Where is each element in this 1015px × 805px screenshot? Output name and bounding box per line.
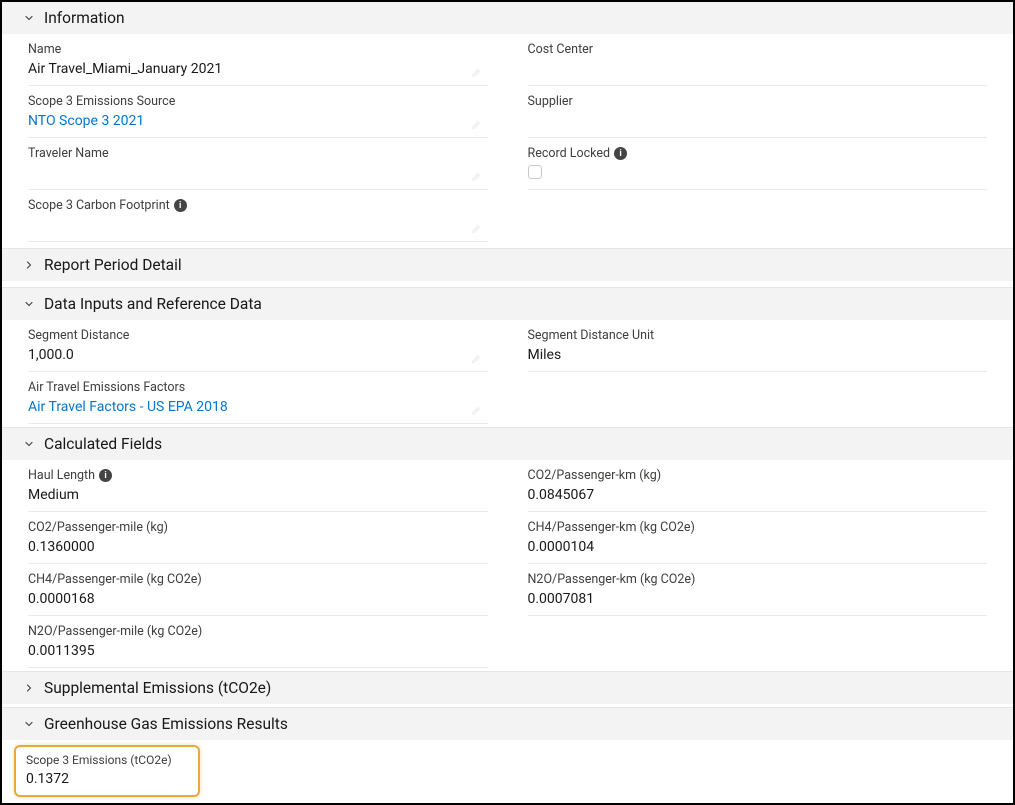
field-label: Traveler Name [28, 146, 488, 161]
field-value: 0.1360000 [28, 539, 488, 557]
label-text: Haul Length [28, 468, 95, 483]
field-record-locked[interactable]: Record Locked i [528, 138, 988, 190]
field-ch4-mile: CH4/Passenger-mile (kg CO2e) 0.0000168 [28, 564, 488, 616]
field-value: Medium [28, 487, 488, 505]
field-label: Scope 3 Emissions (tCO2e) [26, 753, 188, 767]
field-traveler-name[interactable]: Traveler Name [28, 138, 488, 190]
field-label: Supplier [528, 94, 988, 109]
chevron-down-icon [22, 297, 36, 311]
edit-icon[interactable] [470, 351, 484, 365]
edit-icon[interactable] [470, 221, 484, 235]
chevron-down-icon [22, 437, 36, 451]
section-title: Report Period Detail [44, 256, 182, 274]
field-value-link[interactable]: Air Travel Factors - US EPA 2018 [28, 399, 488, 417]
field-label: CO2/Passenger-mile (kg) [28, 520, 488, 535]
field-label: N2O/Passenger-mile (kg CO2e) [28, 624, 488, 639]
field-label: CH4/Passenger-km (kg CO2e) [528, 520, 988, 535]
field-supplier[interactable]: Supplier [528, 86, 988, 138]
info-icon[interactable]: i [174, 199, 187, 212]
section-header-information[interactable]: Information [2, 2, 1013, 34]
edit-icon[interactable] [470, 169, 484, 183]
field-value: 0.0845067 [528, 487, 988, 505]
field-segment-distance[interactable]: Segment Distance 1,000.0 [28, 320, 488, 372]
edit-icon[interactable] [470, 65, 484, 79]
field-scope3-source[interactable]: Scope 3 Emissions Source NTO Scope 3 202… [28, 86, 488, 138]
section-header-calculated[interactable]: Calculated Fields [2, 427, 1013, 460]
field-label: Segment Distance [28, 328, 488, 343]
field-carbon-footprint[interactable]: Scope 3 Carbon Footprint i [28, 190, 488, 242]
field-label: N2O/Passenger-km (kg CO2e) [528, 572, 988, 587]
label-text: Record Locked [528, 146, 611, 161]
field-value: Air Travel_Miami_January 2021 [28, 61, 488, 79]
edit-icon[interactable] [470, 117, 484, 131]
field-label: Scope 3 Emissions Source [28, 94, 488, 109]
edit-icon[interactable] [470, 403, 484, 417]
label-text: Scope 3 Carbon Footprint [28, 198, 170, 213]
section-title: Supplemental Emissions (tCO2e) [44, 679, 271, 697]
section-header-data-inputs[interactable]: Data Inputs and Reference Data [2, 287, 1013, 320]
field-value: 0.0000104 [528, 539, 988, 557]
field-co2-mile: CO2/Passenger-mile (kg) 0.1360000 [28, 512, 488, 564]
field-value-link[interactable]: NTO Scope 3 2021 [28, 113, 488, 131]
ghg-results-body: Scope 3 Emissions (tCO2e) 0.1372 [2, 745, 1013, 797]
field-value: 0.0011395 [28, 643, 488, 661]
highlighted-scope3-emissions: Scope 3 Emissions (tCO2e) 0.1372 [14, 745, 200, 797]
calculated-body: Haul Length i Medium CO2/Passenger-mile … [2, 460, 1013, 668]
field-cost-center[interactable]: Cost Center [528, 34, 988, 86]
field-co2-km: CO2/Passenger-km (kg) 0.0845067 [528, 460, 988, 512]
section-title: Greenhouse Gas Emissions Results [44, 715, 288, 733]
field-label: Segment Distance Unit [528, 328, 988, 343]
chevron-right-icon [22, 681, 36, 695]
field-label: Scope 3 Carbon Footprint i [28, 198, 488, 213]
field-label: CO2/Passenger-km (kg) [528, 468, 988, 483]
field-label: Air Travel Emissions Factors [28, 380, 488, 395]
field-value: Miles [528, 347, 988, 365]
section-title: Information [44, 9, 125, 27]
field-value [28, 217, 488, 235]
field-value: 0.0000168 [28, 591, 488, 609]
field-n2o-mile: N2O/Passenger-mile (kg CO2e) 0.0011395 [28, 616, 488, 668]
field-value: 0.0007081 [528, 591, 988, 609]
data-inputs-body: Segment Distance 1,000.0 Air Travel Emis… [2, 320, 1013, 424]
field-label: Name [28, 42, 488, 57]
field-value [28, 165, 488, 183]
field-label: Record Locked i [528, 146, 988, 161]
field-label: CH4/Passenger-mile (kg CO2e) [28, 572, 488, 587]
field-emissions-factors[interactable]: Air Travel Emissions Factors Air Travel … [28, 372, 488, 424]
field-haul-length: Haul Length i Medium [28, 460, 488, 512]
field-value: 1,000.0 [28, 347, 488, 365]
field-segment-distance-unit[interactable]: Segment Distance Unit Miles [528, 320, 988, 372]
field-n2o-km: N2O/Passenger-km (kg CO2e) 0.0007081 [528, 564, 988, 616]
chevron-right-icon [22, 258, 36, 272]
information-body: Name Air Travel_Miami_January 2021 Scope… [2, 34, 1013, 242]
field-value [528, 165, 988, 183]
chevron-down-icon [22, 11, 36, 25]
field-value [528, 113, 988, 131]
field-value [528, 61, 988, 79]
field-ch4-km: CH4/Passenger-km (kg CO2e) 0.0000104 [528, 512, 988, 564]
info-icon[interactable]: i [614, 147, 627, 160]
checkbox[interactable] [528, 165, 542, 179]
section-header-supplemental[interactable]: Supplemental Emissions (tCO2e) [2, 671, 1013, 704]
section-header-report-period[interactable]: Report Period Detail [2, 248, 1013, 281]
chevron-down-icon [22, 717, 36, 731]
section-header-ghg-results[interactable]: Greenhouse Gas Emissions Results [2, 707, 1013, 740]
section-title: Data Inputs and Reference Data [44, 295, 262, 313]
field-label: Cost Center [528, 42, 988, 57]
section-title: Calculated Fields [44, 435, 162, 453]
field-value: 0.1372 [26, 771, 188, 789]
field-label: Haul Length i [28, 468, 488, 483]
field-name[interactable]: Name Air Travel_Miami_January 2021 [28, 34, 488, 86]
info-icon[interactable]: i [99, 469, 112, 482]
